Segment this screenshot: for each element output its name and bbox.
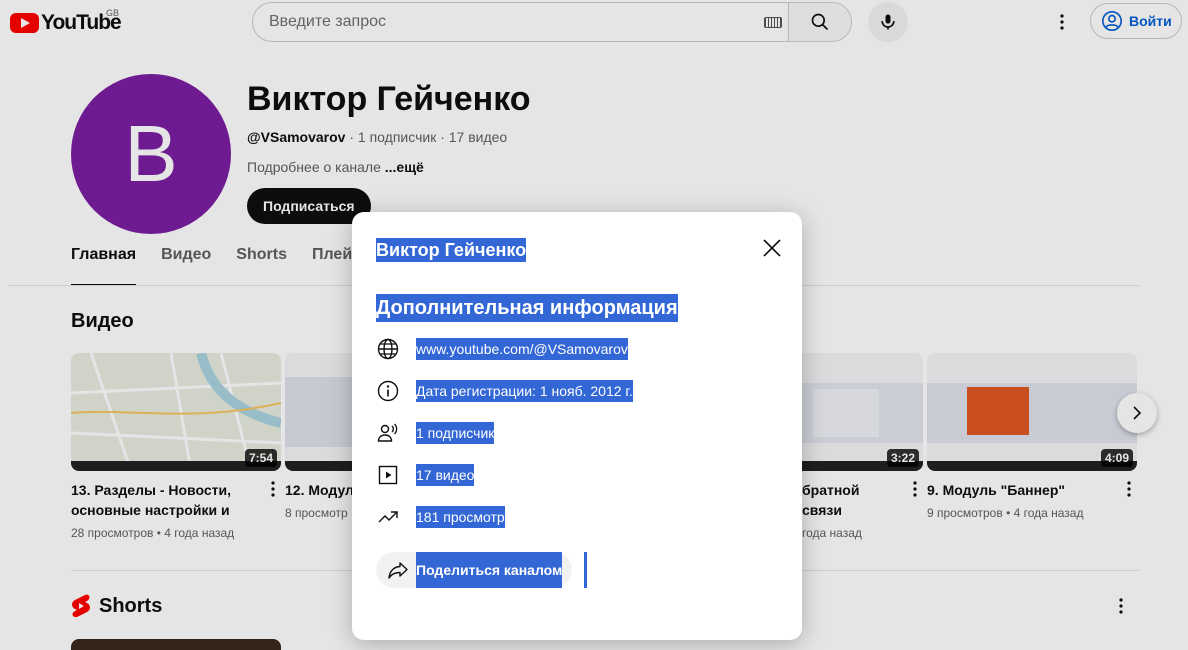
channel-about-dialog: Виктор Гейченко Дополнительная информаци… (352, 212, 802, 640)
info-row-subscribers: 1 подписчик (376, 421, 495, 445)
subscribers-icon (376, 421, 404, 445)
close-button[interactable] (758, 234, 786, 262)
dialog-subtitle: Дополнительная информация (376, 294, 678, 322)
info-row-videos: 17 видео (376, 463, 475, 487)
subscriber-count: 1 подписчик (416, 422, 495, 444)
selection-caret (584, 552, 587, 588)
info-row-link: www.youtube.com/@VSamovarov (376, 337, 628, 361)
video-icon (376, 463, 404, 487)
video-count: 17 видео (416, 464, 475, 486)
view-count: 181 просмотр (416, 506, 505, 528)
share-channel-button[interactable]: Поделиться каналом (376, 552, 572, 588)
info-row-joined: Дата регистрации: 1 нояб. 2012 г. (376, 379, 633, 403)
dialog-title: Виктор Гейченко (376, 238, 527, 262)
share-icon (388, 562, 408, 579)
info-icon (376, 379, 404, 403)
info-row-views: 181 просмотр (376, 505, 505, 529)
close-icon (763, 239, 781, 257)
channel-link[interactable]: www.youtube.com/@VSamovarov (416, 338, 628, 360)
globe-icon (376, 337, 404, 361)
joined-date: Дата регистрации: 1 нояб. 2012 г. (416, 380, 633, 402)
trending-icon (376, 505, 404, 529)
share-channel-label: Поделиться каналом (416, 552, 563, 588)
